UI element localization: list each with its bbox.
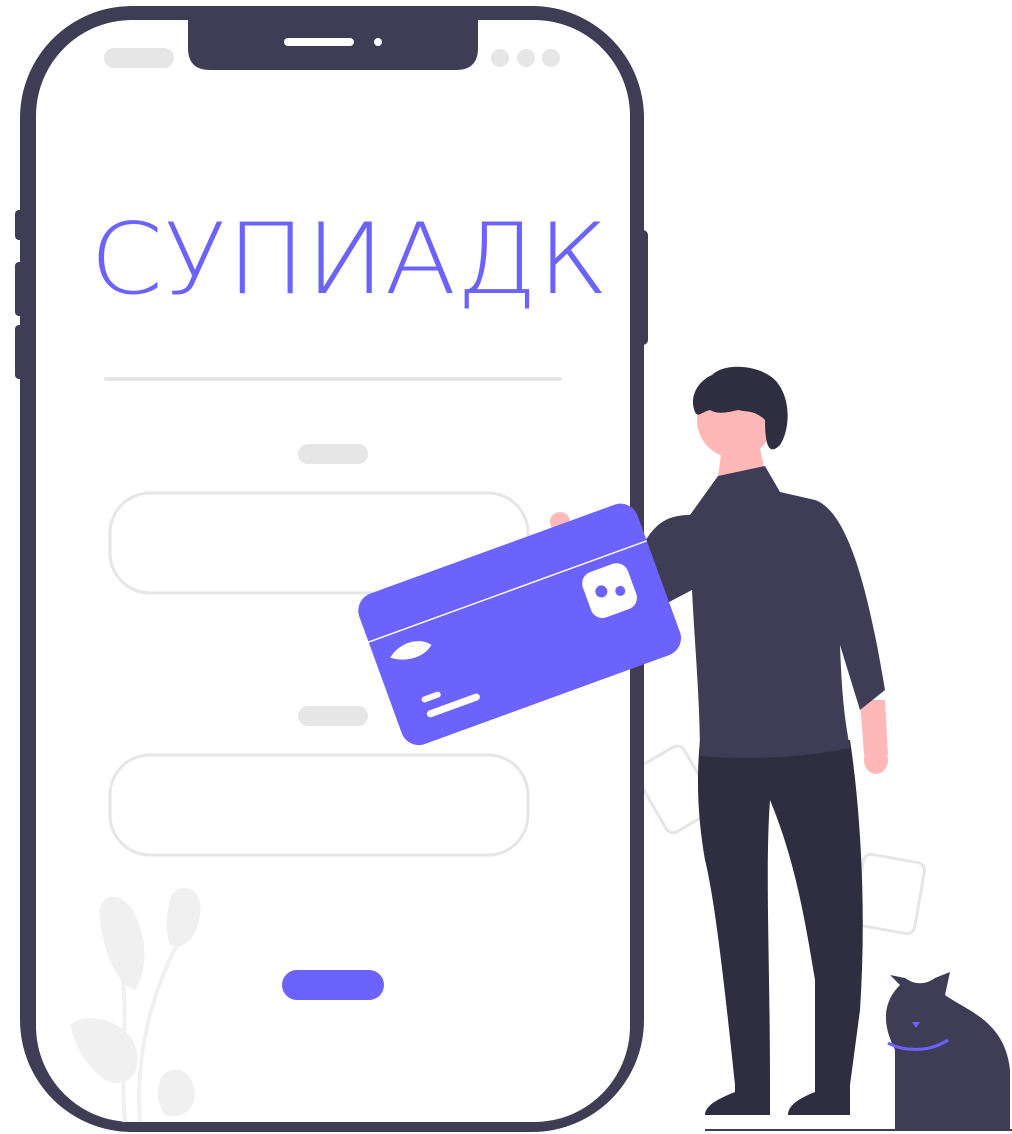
person-forearm-right <box>860 700 888 755</box>
person-shoe-left <box>705 1082 770 1115</box>
field-label-placeholder-1 <box>298 444 368 464</box>
input-field-2[interactable] <box>108 753 530 857</box>
phone-speaker <box>284 38 354 46</box>
cat-body <box>885 972 1010 1130</box>
status-time-placeholder <box>104 48 174 68</box>
background-outline-2 <box>851 852 927 936</box>
status-dot-2 <box>517 49 535 67</box>
scene-svg: СУПИАДК <box>15 6 1012 1132</box>
app-logo-title: СУПИАДК <box>90 203 608 317</box>
person-shoe-right <box>788 1082 850 1115</box>
status-dot-3 <box>542 49 560 67</box>
submit-button[interactable] <box>282 970 384 1000</box>
field-label-placeholder-2 <box>298 706 368 726</box>
phone-camera <box>374 38 382 46</box>
status-dot-1 <box>491 49 509 67</box>
title-divider <box>104 377 562 381</box>
person-legs <box>697 740 863 1085</box>
illustration-scene: СУПИАДК <box>0 0 1012 1134</box>
